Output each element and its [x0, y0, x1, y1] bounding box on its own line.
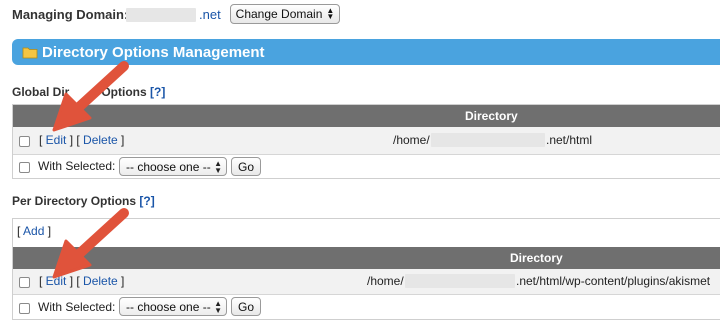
red-arrow-icon [52, 61, 129, 132]
red-arrow-icon [52, 208, 129, 279]
annotation-layer [52, 61, 129, 279]
